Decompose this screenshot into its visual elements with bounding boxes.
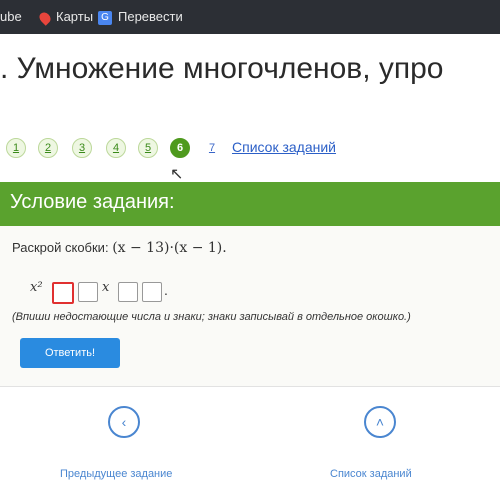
- pager-item-3[interactable]: 3: [72, 138, 92, 158]
- page-title: . Умножение многочленов, упро: [0, 52, 444, 85]
- pager-item-5[interactable]: 5: [138, 138, 158, 158]
- chevron-left-icon[interactable]: ‹: [108, 406, 140, 438]
- task-list-footer-link[interactable]: Список заданий: [330, 468, 412, 480]
- pager-item-2[interactable]: 2: [38, 138, 58, 158]
- task-header: Условие задания:: [0, 182, 500, 226]
- bookmarks-bar: ube Карты G Перевести: [0, 0, 500, 34]
- task-hint: (Впиши недостающие числа и знаки; знаки …: [12, 311, 411, 323]
- bookmark-maps-label: Карты: [56, 9, 94, 24]
- divider: [0, 386, 500, 387]
- translate-icon: G: [98, 10, 112, 25]
- pager-item-6-current[interactable]: 6: [170, 138, 190, 158]
- task-body: Раскрой скобки: (x − 13)·(x − 1). x² x .…: [0, 226, 500, 386]
- answer-box-4[interactable]: [142, 282, 162, 302]
- instruction-expression: (x − 13)·(x − 1).: [112, 240, 227, 256]
- maps-pin-icon: [37, 9, 53, 26]
- bookmark-youtube[interactable]: ube: [0, 9, 22, 24]
- answer-box-2[interactable]: [78, 282, 98, 302]
- answer-term-x: x: [102, 280, 110, 295]
- bookmark-translate-label: Перевести: [118, 9, 183, 24]
- answer-box-3[interactable]: [118, 282, 138, 302]
- pager-item-7[interactable]: 7: [202, 138, 222, 158]
- mouse-cursor-icon: ↖: [170, 166, 184, 183]
- task-instruction: Раскрой скобки: (x − 13)·(x − 1).: [12, 240, 227, 256]
- bookmark-maps[interactable]: Карты: [37, 9, 94, 26]
- submit-answer-button[interactable]: Ответить!: [20, 338, 120, 368]
- bookmark-youtube-label: ube: [0, 9, 22, 24]
- task-list-link[interactable]: Список заданий: [232, 138, 336, 156]
- prev-task-link[interactable]: Предыдущее задание: [60, 468, 172, 480]
- answer-term-x-squared: x²: [30, 280, 43, 295]
- task-header-title: Условие задания:: [10, 191, 175, 213]
- page: . Умножение многочленов, упро 1 2 3 4 5 …: [0, 34, 500, 500]
- chevron-up-icon[interactable]: ˄: [364, 406, 396, 438]
- pager-item-4[interactable]: 4: [106, 138, 126, 158]
- answer-end-dot: .: [164, 282, 168, 298]
- answer-box-1[interactable]: [52, 282, 74, 304]
- bookmark-translate[interactable]: G Перевести: [98, 9, 183, 25]
- instruction-prefix: Раскрой скобки:: [12, 240, 109, 255]
- pager-item-1[interactable]: 1: [6, 138, 26, 158]
